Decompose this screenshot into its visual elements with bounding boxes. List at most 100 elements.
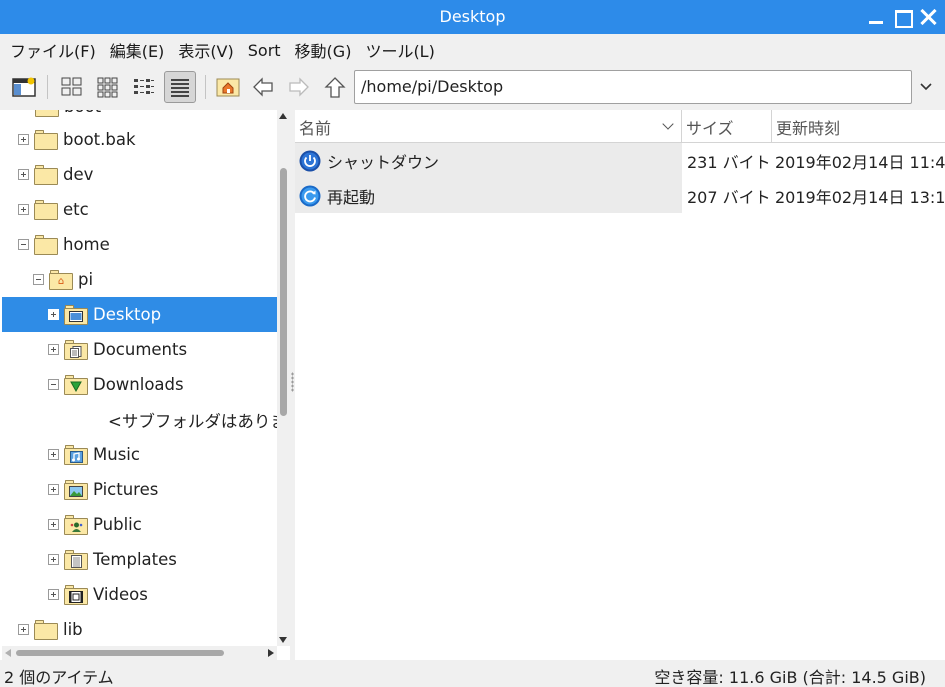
tree-item-pictures[interactable]: Pictures — [2, 472, 277, 507]
title-bar[interactable]: Desktop — [0, 0, 945, 34]
path-history-dropdown[interactable] — [912, 70, 940, 104]
file-size: 231 バイト — [687, 152, 771, 172]
tree-item-videos[interactable]: Videos — [2, 577, 277, 612]
item-count: 2 個のアイテム — [4, 668, 114, 687]
tree-item-boot-bak[interactable]: boot.bak — [2, 122, 277, 157]
tree-item-home[interactable]: home — [2, 227, 277, 262]
tree-item-documents[interactable]: Documents — [2, 332, 277, 367]
menu-tools[interactable]: ツール(L) — [361, 38, 438, 62]
close-button[interactable] — [917, 6, 939, 28]
folder-icon — [35, 110, 59, 117]
tree-item-lib[interactable]: lib — [2, 612, 277, 646]
downloads-folder-icon — [64, 374, 88, 395]
pictures-folder-icon — [64, 479, 88, 500]
collapse-icon[interactable] — [18, 239, 29, 250]
expand-icon[interactable] — [18, 624, 29, 635]
chevron-down-icon — [920, 83, 932, 91]
new-window-button[interactable] — [8, 71, 40, 103]
scroll-right-icon[interactable] — [268, 649, 274, 657]
tree-item-label: Documents — [93, 340, 188, 359]
desktop-folder-icon — [64, 304, 88, 325]
expand-icon[interactable] — [18, 204, 29, 215]
tree-item-pi[interactable]: ⌂ pi — [2, 262, 277, 297]
icon-view-button[interactable] — [56, 71, 88, 103]
compact-view-icon — [134, 79, 154, 94]
tree-item-downloads[interactable]: Downloads — [2, 367, 277, 402]
new-window-icon — [12, 77, 36, 97]
column-headers: 名前 サイズ 更新時刻 — [295, 110, 945, 143]
expand-icon[interactable] — [48, 519, 59, 530]
expand-icon[interactable] — [48, 554, 59, 565]
collapse-icon[interactable] — [33, 274, 44, 285]
folder-icon — [34, 234, 58, 255]
public-folder-icon — [64, 514, 88, 535]
toolbar: /home/pi/Desktop — [0, 66, 945, 110]
expand-icon[interactable] — [48, 309, 59, 320]
expand-icon[interactable] — [48, 589, 59, 600]
tree-item-label: Desktop — [93, 305, 162, 324]
tree-item-label: dev — [63, 165, 94, 184]
tree-item-label: home — [63, 235, 110, 254]
tree-item-templates[interactable]: Templates — [2, 542, 277, 577]
path-input[interactable]: /home/pi/Desktop — [354, 70, 912, 104]
tree-item-label: lib — [63, 620, 83, 639]
tree-item-public[interactable]: Public — [2, 507, 277, 542]
scrollbar-thumb[interactable] — [16, 650, 224, 656]
file-size: 207 バイト — [687, 187, 771, 207]
menu-go[interactable]: 移動(G) — [291, 38, 356, 62]
list-view-button[interactable] — [164, 71, 196, 103]
menu-view[interactable]: 表示(V) — [174, 38, 237, 62]
music-folder-icon — [64, 444, 88, 465]
column-header-modified[interactable]: 更新時刻 — [771, 110, 945, 143]
collapse-icon[interactable] — [48, 379, 59, 390]
tree-item-dev[interactable]: dev — [2, 157, 277, 192]
free-space: 空き容量: 11.6 GiB (合計: 14.5 GiB) — [654, 668, 926, 687]
back-button[interactable] — [247, 71, 279, 103]
file-list[interactable]: 名前 サイズ 更新時刻 シャットダウン 231 バイト 2019年02月14日 … — [295, 110, 945, 660]
tree-item-no-subfolders: <サブフォルダはありま — [2, 402, 277, 437]
column-header-name[interactable]: 名前 — [295, 110, 680, 143]
directory-tree[interactable]: boot boot.bak dev etc home ⌂ pi Desktop … — [2, 110, 277, 646]
tree-horizontal-scrollbar[interactable] — [2, 646, 277, 660]
minimize-button[interactable] — [865, 6, 887, 28]
forward-button[interactable] — [283, 71, 315, 103]
scrollbar-thumb[interactable] — [280, 168, 287, 416]
folder-icon — [34, 129, 58, 150]
maximize-button[interactable] — [891, 6, 913, 28]
expand-icon[interactable] — [48, 344, 59, 355]
folder-icon — [34, 199, 58, 220]
scroll-left-icon[interactable] — [5, 649, 11, 657]
tree-vertical-scrollbar[interactable] — [277, 110, 290, 646]
thumbnail-view-button[interactable] — [92, 71, 124, 103]
expand-icon[interactable] — [18, 169, 29, 180]
tree-item-music[interactable]: Music — [2, 437, 277, 472]
tree-item-label: boot — [64, 110, 101, 116]
up-arrow-icon — [324, 77, 346, 98]
tree-item-label: Public — [93, 515, 142, 534]
column-header-size[interactable]: サイズ — [681, 110, 770, 143]
window-title: Desktop — [439, 7, 506, 26]
compact-view-button[interactable] — [128, 71, 160, 103]
file-name: シャットダウン — [327, 152, 440, 172]
menu-sort[interactable]: Sort — [244, 41, 285, 60]
up-button[interactable] — [319, 71, 351, 103]
expand-icon[interactable] — [48, 449, 59, 460]
scroll-up-icon[interactable] — [279, 113, 287, 119]
home-button[interactable] — [212, 71, 244, 103]
scroll-down-icon[interactable] — [279, 637, 287, 643]
expand-icon[interactable] — [18, 134, 29, 145]
menu-bar: ファイル(F) 編集(E) 表示(V) Sort 移動(G) ツール(L) — [0, 34, 945, 66]
file-row-reboot[interactable]: 再起動 207 バイト 2019年02月14日 13:14 — [295, 178, 945, 213]
tree-item-etc[interactable]: etc — [2, 192, 277, 227]
file-row-shutdown[interactable]: シャットダウン 231 バイト 2019年02月14日 11:46 — [295, 143, 945, 178]
file-modified: 2019年02月14日 13:14 — [775, 187, 945, 207]
tree-item-desktop[interactable]: Desktop — [2, 297, 277, 332]
expand-icon[interactable] — [48, 484, 59, 495]
reboot-icon — [299, 185, 321, 206]
menu-edit[interactable]: 編集(E) — [106, 38, 169, 62]
tree-item-label: Downloads — [93, 375, 184, 394]
tree-item-label: pi — [78, 270, 94, 289]
tree-item-label: <サブフォルダはありま — [108, 411, 277, 431]
home-folder-icon — [216, 78, 240, 97]
menu-file[interactable]: ファイル(F) — [6, 38, 100, 62]
